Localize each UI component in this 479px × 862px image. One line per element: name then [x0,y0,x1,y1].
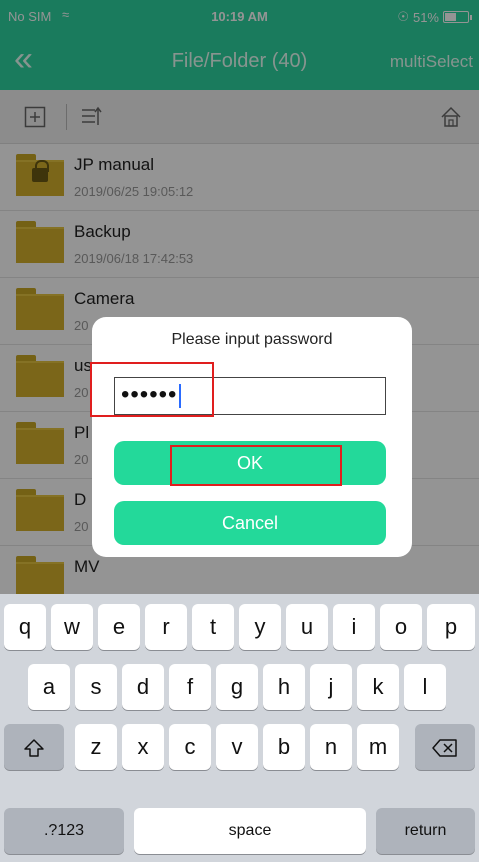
return-key[interactable]: return [376,808,475,854]
key-d[interactable]: d [122,664,164,710]
key-b[interactable]: b [263,724,305,770]
key-z[interactable]: z [75,724,117,770]
key-p[interactable]: p [427,604,475,650]
key-l[interactable]: l [404,664,446,710]
key-e[interactable]: e [98,604,140,650]
key-m[interactable]: m [357,724,399,770]
key-o[interactable]: o [380,604,422,650]
key-x[interactable]: x [122,724,164,770]
key-c[interactable]: c [169,724,211,770]
key-u[interactable]: u [286,604,328,650]
key-w[interactable]: w [51,604,93,650]
highlight-box-ok [170,445,342,486]
key-h[interactable]: h [263,664,305,710]
key-j[interactable]: j [310,664,352,710]
password-dialog: Please input password •••••• OK Cancel [92,317,412,557]
key-g[interactable]: g [216,664,258,710]
keyboard: q w e r t y u i o p a s d f g h j k l z … [0,594,479,862]
shift-icon [24,739,44,757]
key-t[interactable]: t [192,604,234,650]
space-key[interactable]: space [134,808,366,854]
key-y[interactable]: y [239,604,281,650]
numbers-key[interactable]: .?123 [4,808,124,854]
delete-key[interactable] [415,724,475,770]
key-n[interactable]: n [310,724,352,770]
highlight-box-password [90,362,214,417]
key-r[interactable]: r [145,604,187,650]
key-q[interactable]: q [4,604,46,650]
key-a[interactable]: a [28,664,70,710]
cancel-button[interactable]: Cancel [114,501,386,545]
key-s[interactable]: s [75,664,117,710]
key-f[interactable]: f [169,664,211,710]
dialog-title: Please input password [171,331,333,348]
key-k[interactable]: k [357,664,399,710]
key-v[interactable]: v [216,724,258,770]
backspace-icon [432,739,457,757]
shift-key[interactable] [4,724,64,770]
key-i[interactable]: i [333,604,375,650]
